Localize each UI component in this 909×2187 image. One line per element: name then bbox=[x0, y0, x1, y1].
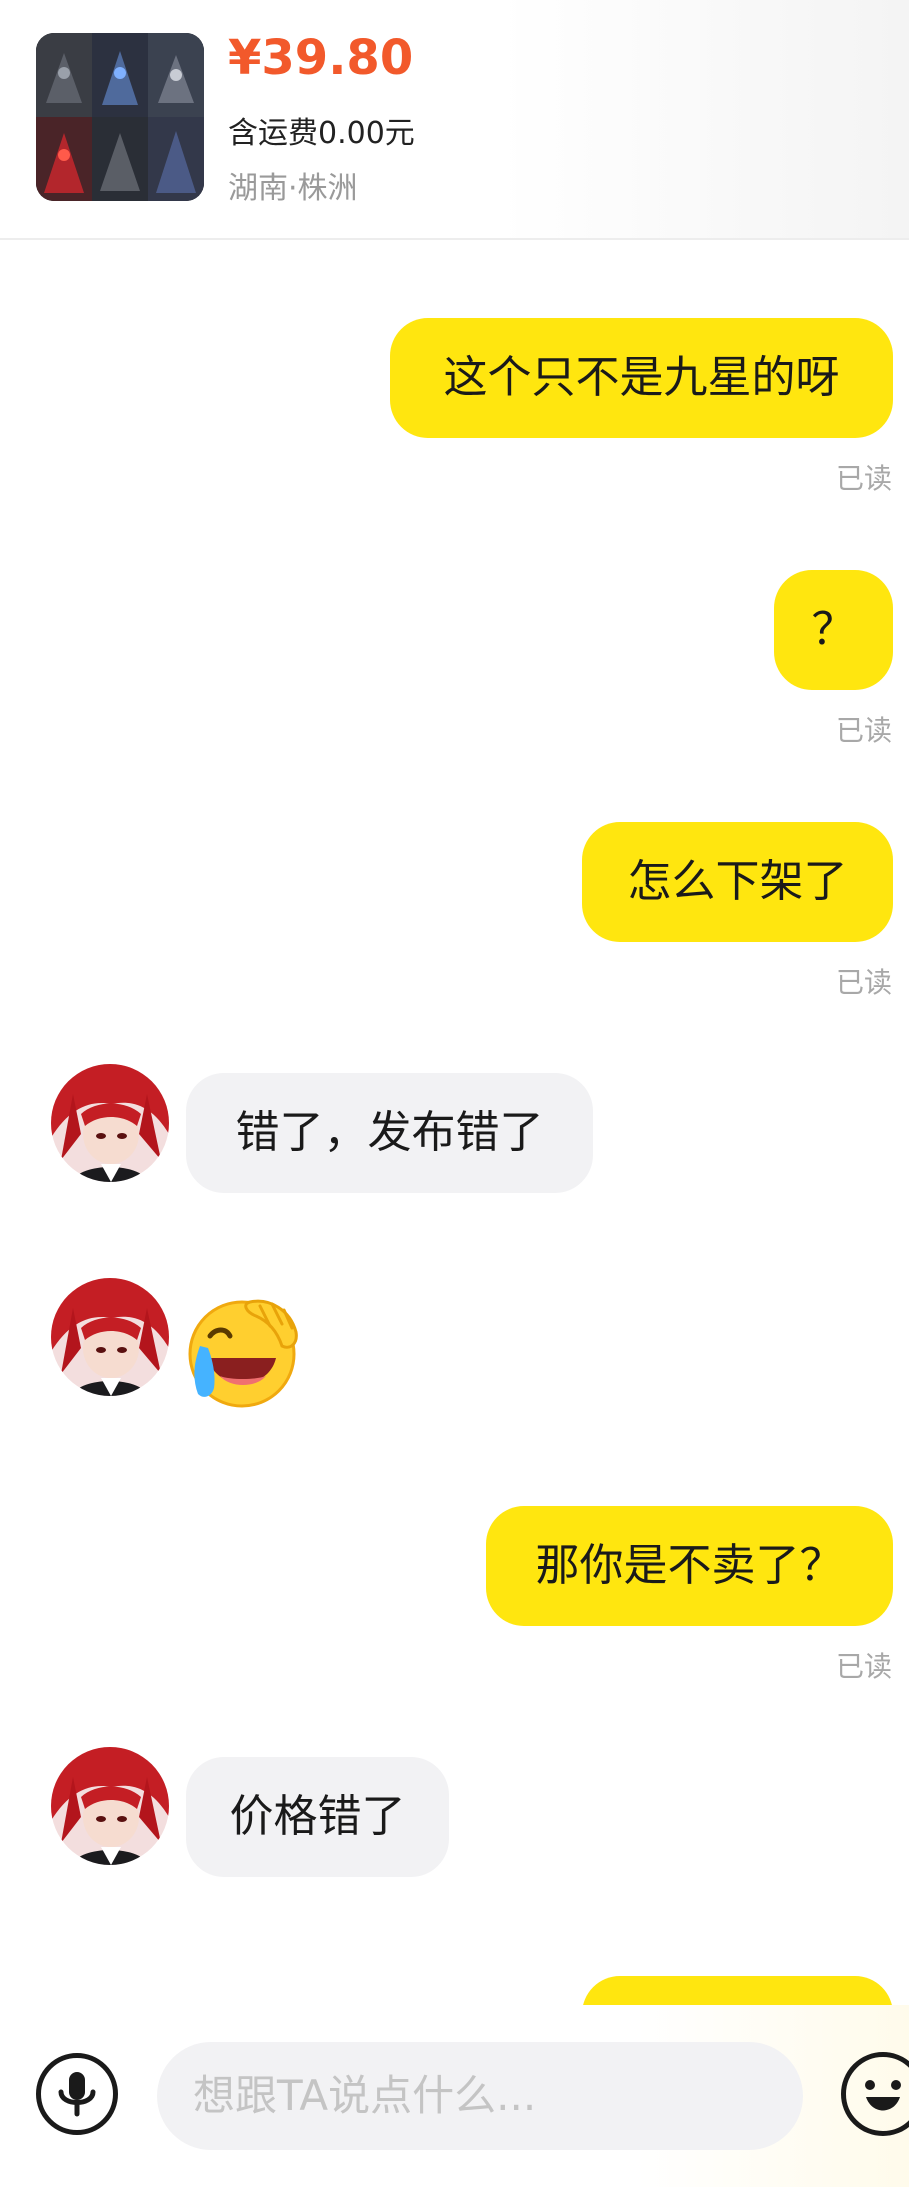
read-status: 已读 bbox=[835, 714, 892, 747]
product-price: ¥39.80 bbox=[228, 30, 414, 86]
product-thumbnail[interactable] bbox=[36, 33, 204, 201]
seller-avatar[interactable] bbox=[51, 1064, 169, 1182]
seller-avatar[interactable] bbox=[51, 1278, 169, 1396]
outgoing-message-bubble[interactable] bbox=[582, 1976, 893, 2005]
message-input[interactable]: 想跟TA说点什么... bbox=[157, 2042, 803, 2150]
incoming-message-bubble[interactable]: 价格错了 bbox=[186, 1757, 449, 1877]
microphone-icon[interactable] bbox=[36, 2053, 118, 2135]
smiley-icon[interactable] bbox=[841, 2052, 909, 2136]
outgoing-message-bubble[interactable]: 那你是不卖了？ bbox=[486, 1506, 893, 1626]
message-input-bar: 想跟TA说点什么... bbox=[0, 2005, 909, 2187]
outgoing-message-bubble[interactable]: ？ bbox=[774, 570, 893, 690]
read-status: 已读 bbox=[835, 462, 892, 495]
seller-avatar[interactable] bbox=[51, 1747, 169, 1865]
shipping-fee: 含运费0.00元 bbox=[228, 116, 415, 151]
incoming-message-bubble[interactable]: 错了，发布错了 bbox=[186, 1073, 593, 1193]
outgoing-message-bubble[interactable]: 怎么下架了 bbox=[582, 822, 893, 942]
read-status: 已读 bbox=[835, 966, 892, 999]
seller-location: 湖南·株洲 bbox=[228, 171, 358, 206]
read-status: 已读 bbox=[835, 1650, 892, 1683]
product-header[interactable]: ¥39.80 含运费0.00元 湖南·株洲 bbox=[0, 0, 909, 240]
outgoing-message-bubble[interactable]: 这个只不是九星的呀 bbox=[390, 318, 893, 438]
crying-laughing-facepalm-emoji[interactable] bbox=[186, 1292, 304, 1410]
chat-message-list[interactable]: 这个只不是九星的呀 已读 ？ 已读 怎么下架了 已读 错了，发布错了 那你是不卖… bbox=[0, 240, 909, 2005]
